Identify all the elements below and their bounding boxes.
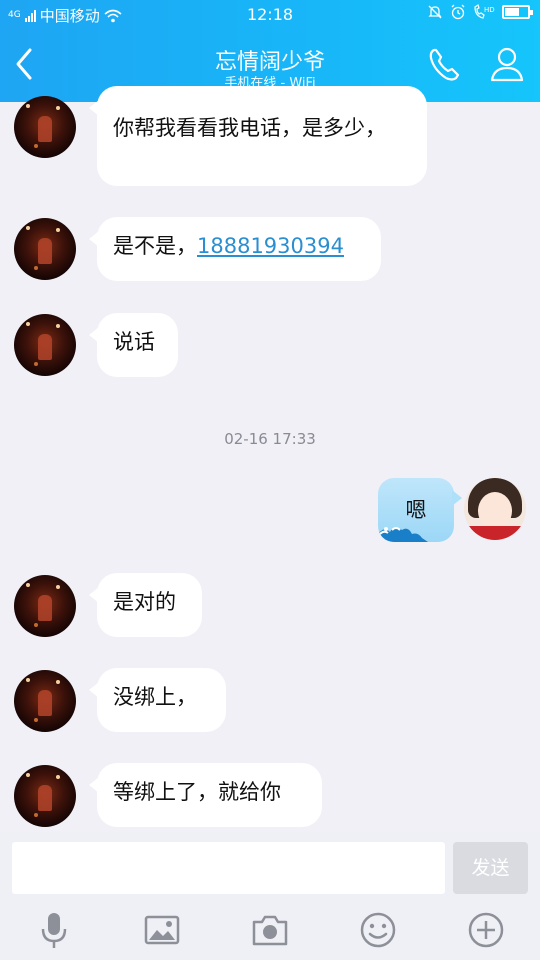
- profile-button[interactable]: [486, 44, 528, 86]
- my-bubble-tail: [452, 490, 462, 506]
- microphone-icon[interactable]: [34, 910, 74, 950]
- send-button[interactable]: 发送: [453, 842, 528, 894]
- timestamp: 02-16 17:33: [224, 430, 316, 448]
- message-text: 是对的: [113, 590, 176, 614]
- message-text: 说话: [113, 330, 155, 354]
- message-text: 是不是，: [113, 234, 197, 258]
- message-text: 你帮我看看我电话，是多少，: [113, 116, 386, 140]
- status-right: HD: [427, 4, 533, 20]
- hd-label: HD: [484, 6, 495, 14]
- phone-number-link[interactable]: 18881930394: [197, 234, 344, 258]
- battery-icon: [502, 5, 533, 19]
- contact-avatar[interactable]: [14, 314, 76, 376]
- my-message-bubble: 嗯: [378, 478, 454, 542]
- contact-avatar[interactable]: [14, 575, 76, 637]
- status-bar: 4G 中国移动 12:18 HD: [0, 0, 540, 28]
- message-input[interactable]: [12, 842, 445, 894]
- mute-icon: [428, 5, 442, 19]
- message-text: 嗯: [405, 498, 427, 522]
- plus-icon[interactable]: [466, 910, 506, 950]
- contact-avatar[interactable]: [14, 96, 76, 158]
- contact-avatar[interactable]: [14, 218, 76, 280]
- alarm-icon: [451, 4, 465, 20]
- message-bubble: 是对的: [89, 573, 202, 637]
- message-bubble: 没绑上，: [89, 668, 226, 732]
- message-text: 等绑上了，就给你: [113, 780, 281, 804]
- contact-avatar[interactable]: [14, 765, 76, 827]
- my-avatar[interactable]: [464, 478, 526, 540]
- message-text: 没绑上，: [113, 685, 197, 709]
- contact-avatar[interactable]: [14, 670, 76, 732]
- wave-decoration-icon: [378, 527, 428, 542]
- message-bubble: 等绑上了，就给你: [89, 763, 322, 827]
- image-icon[interactable]: [142, 910, 182, 950]
- message-bubble: 是不是，18881930394: [89, 217, 381, 281]
- message-bubble: 说话: [89, 313, 178, 377]
- call-button[interactable]: [424, 44, 466, 86]
- emoji-icon[interactable]: [358, 910, 398, 950]
- camera-icon[interactable]: [250, 910, 290, 950]
- hd-call-icon: HD: [474, 4, 495, 19]
- message-bubble: 你帮我看看我电话，是多少，: [89, 86, 427, 186]
- input-area: 发送: [0, 832, 540, 960]
